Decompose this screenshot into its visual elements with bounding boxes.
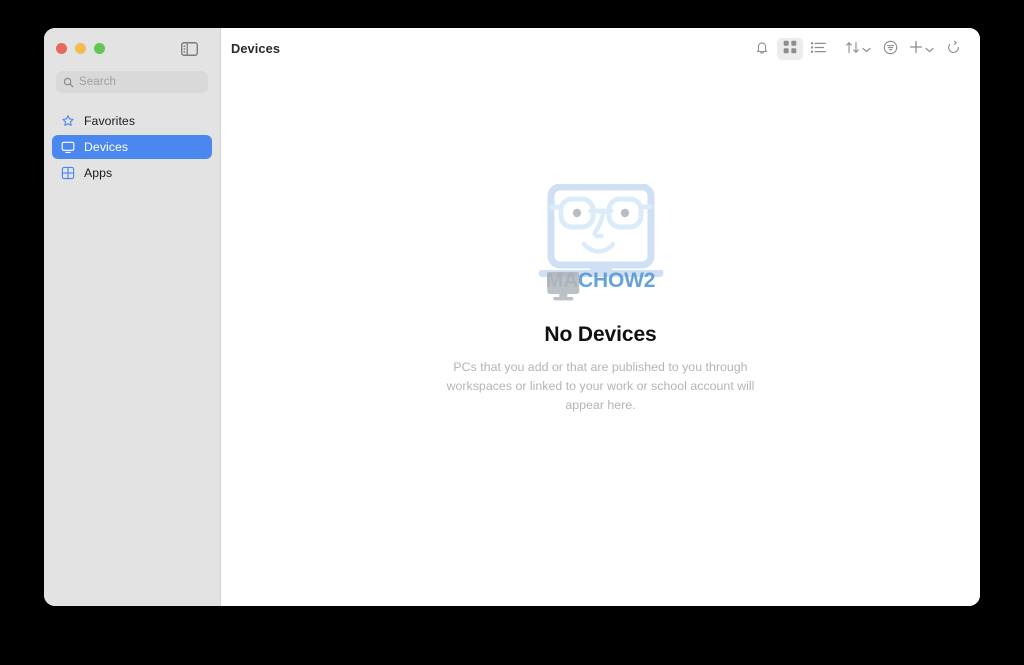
chevron-down-icon <box>925 41 934 56</box>
search-icon <box>63 77 74 88</box>
sidebar-item-apps[interactable]: Apps <box>52 161 212 185</box>
list-view-icon <box>811 41 826 57</box>
sidebar-item-label: Favorites <box>84 114 135 128</box>
filter-button[interactable] <box>877 38 903 60</box>
list-view-button[interactable] <box>805 38 831 60</box>
empty-state: MA CHOW2 No Devices PCs that you add or … <box>221 69 980 606</box>
filter-circle-icon <box>883 40 898 58</box>
sidebar-item-favorites[interactable]: Favorites <box>52 109 212 133</box>
star-icon <box>60 114 75 128</box>
watermark-suffix: CHOW2 <box>578 270 655 291</box>
notifications-button[interactable] <box>749 38 775 60</box>
bell-icon <box>755 40 769 58</box>
laptop-face-illustration: MA CHOW2 <box>536 184 666 296</box>
refresh-icon <box>946 40 961 58</box>
machow2-monitor-logo-icon <box>546 271 580 306</box>
toolbar: Devices <box>221 28 980 69</box>
sort-button[interactable] <box>841 38 875 60</box>
traffic-lights <box>56 43 105 54</box>
sidebar-item-devices[interactable]: Devices <box>52 135 212 159</box>
add-button[interactable] <box>905 38 938 60</box>
page-title: Devices <box>231 41 280 56</box>
app-window: Search Favorites Devices <box>44 28 980 606</box>
grid-apps-icon <box>60 166 75 180</box>
minimize-button[interactable] <box>75 43 86 54</box>
chevron-down-icon <box>862 41 871 56</box>
empty-state-description: PCs that you add or that are published t… <box>441 358 761 415</box>
grid-view-icon <box>783 40 797 57</box>
search-container: Search <box>44 71 220 93</box>
window-titlebar <box>44 28 220 69</box>
toolbar-actions <box>749 38 966 60</box>
sidebar-toggle-icon[interactable] <box>180 41 198 56</box>
sort-arrows-icon <box>845 40 860 58</box>
sidebar-item-label: Devices <box>84 140 128 154</box>
watermark: MA CHOW2 <box>546 270 655 291</box>
sidebar: Search Favorites Devices <box>44 28 221 606</box>
refresh-button[interactable] <box>940 38 966 60</box>
search-placeholder: Search <box>79 76 116 88</box>
close-button[interactable] <box>56 43 67 54</box>
plus-icon <box>909 40 923 57</box>
sidebar-item-label: Apps <box>84 166 112 180</box>
grid-view-button[interactable] <box>777 38 803 60</box>
content-area: Devices <box>221 28 980 606</box>
monitor-icon <box>60 140 75 154</box>
empty-state-title: No Devices <box>544 323 656 347</box>
sidebar-nav-list: Favorites Devices <box>44 109 220 187</box>
zoom-button[interactable] <box>94 43 105 54</box>
search-input[interactable]: Search <box>56 71 208 93</box>
